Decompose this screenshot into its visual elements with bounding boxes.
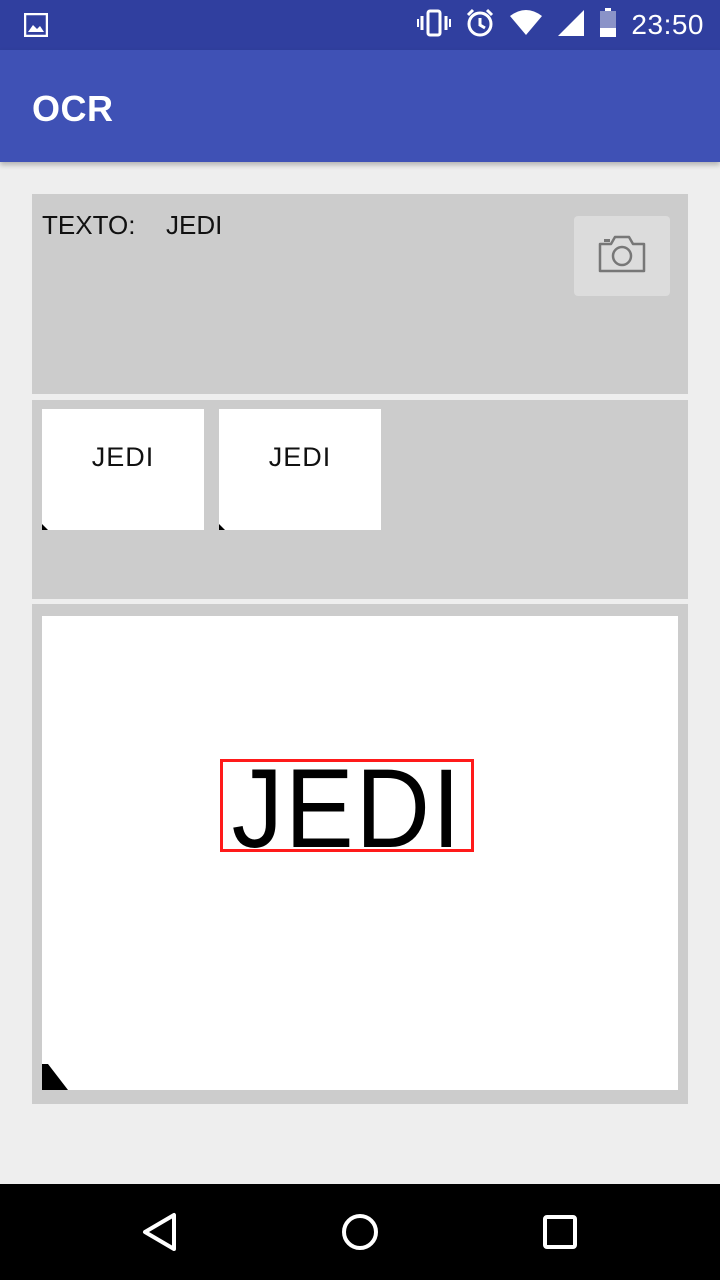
status-icons: 23:50 [417,0,704,50]
thumbnail-image[interactable]: JEDI [219,409,381,530]
thumbnail-image[interactable]: JEDI [42,409,204,530]
recents-icon [543,1215,577,1249]
preview-panel: JEDI [32,604,688,1104]
thumbnail-corner-mark [42,524,48,530]
wifi-icon [509,9,543,41]
thumbnail-corner-mark [219,524,225,530]
navigation-bar [0,1184,720,1280]
battery-icon [599,7,617,43]
result-panel: TEXTO: JEDI [32,194,688,394]
vibrate-icon [417,9,452,42]
detection-box [220,759,474,852]
thumbnail-text: JEDI [268,442,332,472]
home-icon [342,1214,378,1250]
status-time: 23:50 [631,9,704,40]
image-icon [23,12,49,42]
result-value: JEDI [166,210,223,240]
result-label: TEXTO: [42,210,136,240]
alarm-icon [465,8,495,43]
camera-icon [597,234,647,279]
back-button[interactable] [136,1208,184,1256]
thumbnail-text: JEDI [91,442,155,472]
app-title: OCR [32,88,114,129]
home-button[interactable] [336,1208,384,1256]
camera-button[interactable] [574,216,670,296]
result-row: TEXTO: JEDI [42,210,222,241]
recents-button[interactable] [536,1208,584,1256]
back-icon [143,1213,176,1251]
signal-icon [557,9,585,42]
status-bar: 23:50 [0,0,720,50]
preview-corner-mark [42,1064,68,1090]
preview-image: JEDI [42,616,678,1090]
thumbnails-panel: JEDI JEDI [32,400,688,599]
app-bar: OCR [0,50,720,162]
